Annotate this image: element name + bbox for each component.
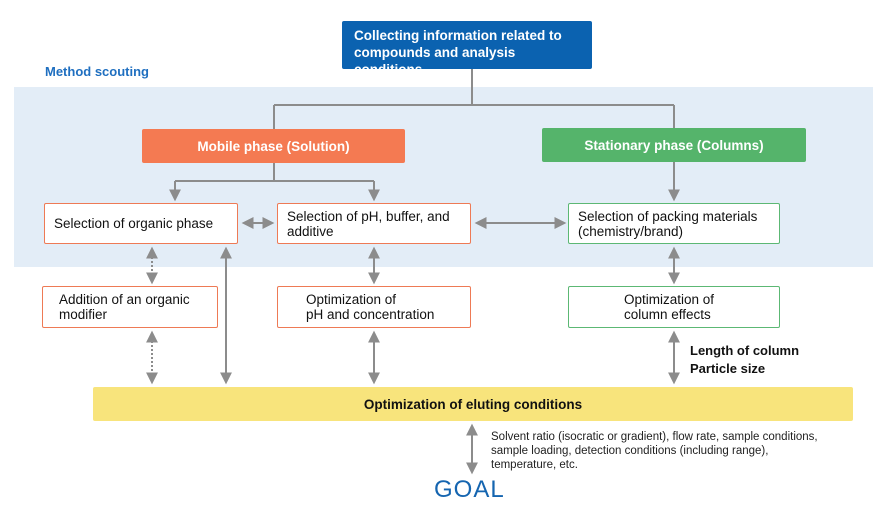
node-line1: Selection of packing materials (578, 208, 758, 224)
ph-buffer-node: Selection of pH, buffer, and additive (277, 203, 471, 244)
node-line1: Optimization of (306, 292, 397, 307)
top-box-line2: compounds and analysis conditions (354, 45, 516, 77)
stationary-phase-box: Stationary phase (Columns) (542, 128, 806, 162)
organic-phase-node: Selection of organic phase (44, 203, 238, 244)
ph-concentration-node: Optimization of pH and concentration (277, 286, 471, 328)
node-line1: Selection of organic phase (54, 216, 214, 231)
node-line1: Optimization of (624, 292, 715, 307)
goal-note: sample loading, detection conditions (in… (491, 445, 769, 457)
top-box-line1: Collecting information related to (354, 28, 562, 43)
collecting-information-box: Collecting information related to compou… (342, 21, 592, 77)
column-note: Particle size (690, 361, 766, 376)
node-line2: modifier (59, 307, 108, 322)
column-note: Length of column (690, 343, 800, 358)
node-line2: additive (287, 223, 334, 239)
node-line1: Addition of an organic (59, 292, 190, 307)
goal-label: GOAL (434, 476, 505, 503)
packing-materials-node: Selection of packing materials (chemistr… (568, 203, 780, 244)
column-notes: Length of column Particle size (690, 342, 799, 378)
organic-modifier-node: Addition of an organic modifier (42, 286, 218, 328)
column-effects-node: Optimization of column effects (568, 286, 780, 328)
node-line2: column effects (624, 307, 711, 322)
goal-note: Solvent ratio (isocratic or gradient), f… (491, 431, 818, 443)
eluting-conditions-box: Optimization of eluting conditions (93, 387, 853, 421)
goal-note: temperature, etc. (491, 459, 578, 471)
goal-notes: Solvent ratio (isocratic or gradient), f… (491, 430, 818, 472)
node-line2: pH and concentration (306, 307, 435, 322)
node-line1: Selection of pH, buffer, and (287, 208, 450, 224)
mobile-phase-box: Mobile phase (Solution) (142, 129, 405, 163)
node-line2: (chemistry/brand) (578, 223, 684, 239)
